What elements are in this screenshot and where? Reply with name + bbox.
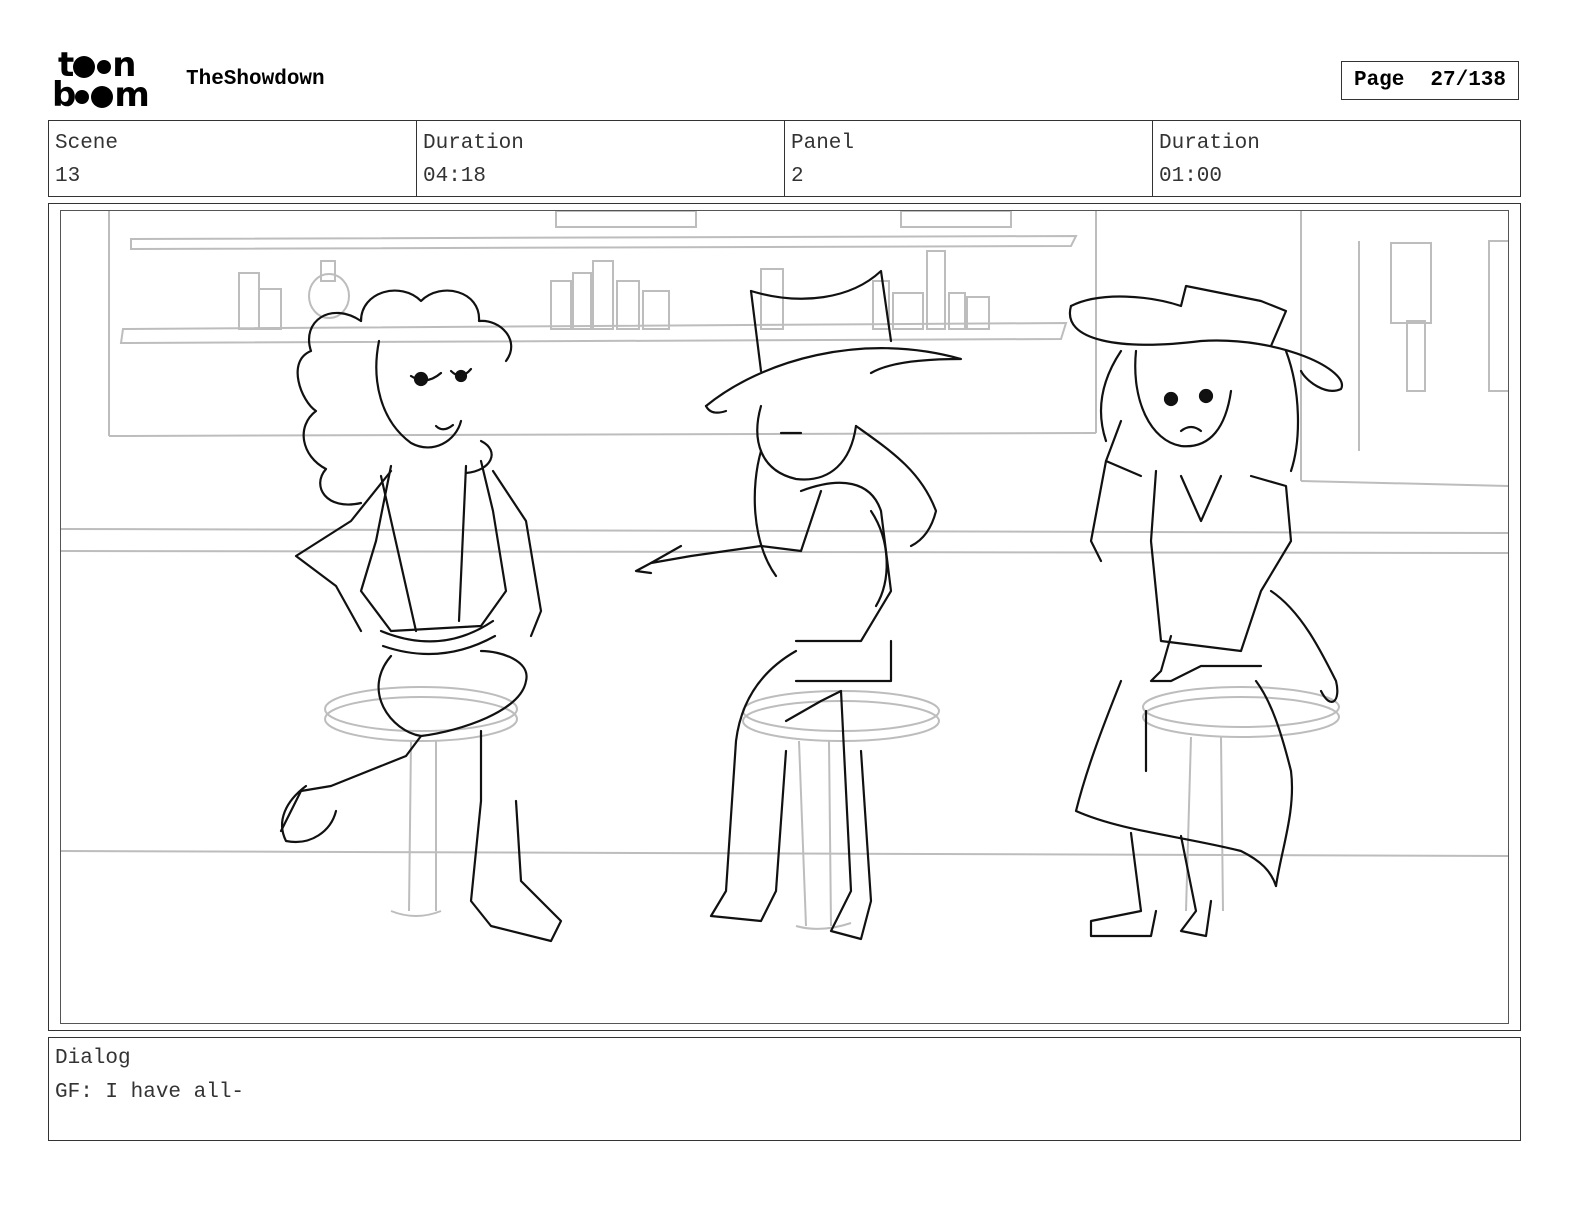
character-left <box>279 289 563 943</box>
panel-sketch <box>61 211 1508 943</box>
logo-bottom-row: bm <box>52 75 150 115</box>
panel-cell: Panel 2 <box>785 121 1153 196</box>
panel-value: 2 <box>791 165 804 188</box>
background-sketch <box>61 211 1508 930</box>
page-label: Page <box>1353 69 1405 92</box>
panel-frame <box>60 210 1509 1024</box>
scene-cell: Scene 13 <box>49 121 417 196</box>
panel-duration-value: 01:00 <box>1159 165 1223 188</box>
scene-value: 13 <box>55 165 81 188</box>
dialog-label: Dialog <box>55 1047 131 1070</box>
character-middle <box>634 269 963 941</box>
scene-duration-label: Duration <box>423 132 524 155</box>
panel-duration-label: Duration <box>1159 132 1260 155</box>
panel-duration-cell: Duration 01:00 <box>1153 121 1520 196</box>
storyboard-panel <box>48 203 1521 1031</box>
dialog-text: GF: I have all- <box>55 1081 245 1104</box>
page-number: 27/138 <box>1430 69 1507 92</box>
scene-duration-cell: Duration 04:18 <box>417 121 785 196</box>
storyboard-info-row: Scene 13 Duration 04:18 Panel 2 Duration… <box>48 120 1521 197</box>
page-indicator: Page 27/138 <box>1341 61 1519 100</box>
scene-duration-value: 04:18 <box>423 165 487 188</box>
scene-label: Scene <box>55 132 119 155</box>
panel-label: Panel <box>791 132 855 155</box>
dialog-box: Dialog GF: I have all- <box>48 1037 1521 1141</box>
project-title: TheShowdown <box>186 68 325 91</box>
toonboom-logo: tn bm <box>52 48 164 115</box>
